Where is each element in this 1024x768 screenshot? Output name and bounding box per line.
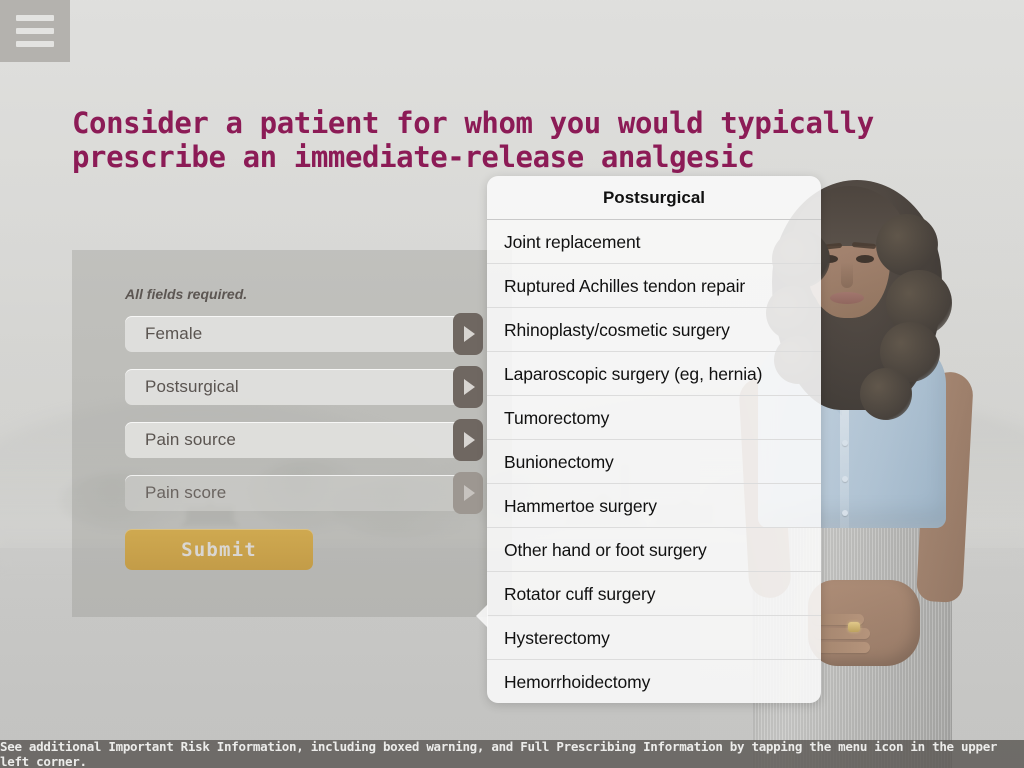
blouse-button <box>842 440 848 446</box>
field-pain-score-value: Pain score <box>145 483 227 502</box>
dropdown-item[interactable]: Rotator cuff surgery <box>487 572 821 616</box>
dropdown-item[interactable]: Hammertoe surgery <box>487 484 821 528</box>
menu-bar <box>16 41 54 47</box>
dropdown-item[interactable]: Other hand or foot surgery <box>487 528 821 572</box>
field-pain-type[interactable]: Postsurgical <box>125 366 483 408</box>
field-pain-source-play-arrow-icon[interactable] <box>453 419 483 461</box>
nose <box>841 262 853 288</box>
finger <box>814 628 870 639</box>
dropdown-item[interactable]: Joint replacement <box>487 220 821 264</box>
dropdown-item[interactable]: Ruptured Achilles tendon repair <box>487 264 821 308</box>
field-gender-value: Female <box>145 324 203 343</box>
dropdown-item[interactable]: Hemorrhoidectomy <box>487 660 821 703</box>
page-title: Consider a patient for whom you would ty… <box>72 106 874 174</box>
field-gender-play-arrow-icon[interactable] <box>453 313 483 355</box>
blouse-button <box>842 510 848 516</box>
dropdown-item[interactable]: Laparoscopic surgery (eg, hernia) <box>487 352 821 396</box>
required-fields-note: All fields required. <box>125 286 248 302</box>
headline-line-2: prescribe an immediate-release analgesic <box>72 140 755 174</box>
field-pain-source[interactable]: Pain source <box>125 419 483 461</box>
dropdown-list: Joint replacement Ruptured Achilles tendo… <box>487 220 821 703</box>
dropdown-item[interactable]: Tumorectomy <box>487 396 821 440</box>
dropdown-item[interactable]: Rhinoplasty/cosmetic surgery <box>487 308 821 352</box>
menu-bar <box>16 28 54 34</box>
risk-information-banner[interactable]: See additional Important Risk Informatio… <box>0 739 1024 768</box>
dropdown-item[interactable]: Bunionectomy <box>487 440 821 484</box>
hair-curl <box>860 368 912 420</box>
hair-curl <box>876 214 938 276</box>
submit-button[interactable]: Submit <box>125 529 313 570</box>
headline-line-1: Consider a patient for whom you would ty… <box>72 106 874 140</box>
gold-ring <box>848 622 860 632</box>
field-pain-source-value: Pain source <box>145 430 236 449</box>
finger <box>816 642 870 653</box>
dropdown-title: Postsurgical <box>487 176 821 220</box>
hamburger-menu-icon[interactable] <box>0 0 70 62</box>
blouse-button <box>842 476 848 482</box>
field-pain-type-value: Postsurgical <box>145 377 239 396</box>
pain-source-dropdown[interactable]: Postsurgical Joint replacement Ruptured A… <box>476 176 821 703</box>
lips <box>830 292 864 304</box>
patient-form-panel: All fields required. Female Postsurgical… <box>72 250 512 617</box>
eye-right <box>856 255 874 263</box>
risk-information-text: See additional Important Risk Informatio… <box>0 739 998 768</box>
field-pain-type-play-arrow-icon[interactable] <box>453 366 483 408</box>
dropdown-pointer-tail <box>476 604 488 628</box>
field-gender[interactable]: Female <box>125 313 483 355</box>
field-pain-score[interactable]: Pain score <box>125 472 483 514</box>
dropdown-item[interactable]: Hysterectomy <box>487 616 821 660</box>
field-pain-score-play-arrow-icon[interactable] <box>453 472 483 514</box>
menu-bar <box>16 15 54 21</box>
